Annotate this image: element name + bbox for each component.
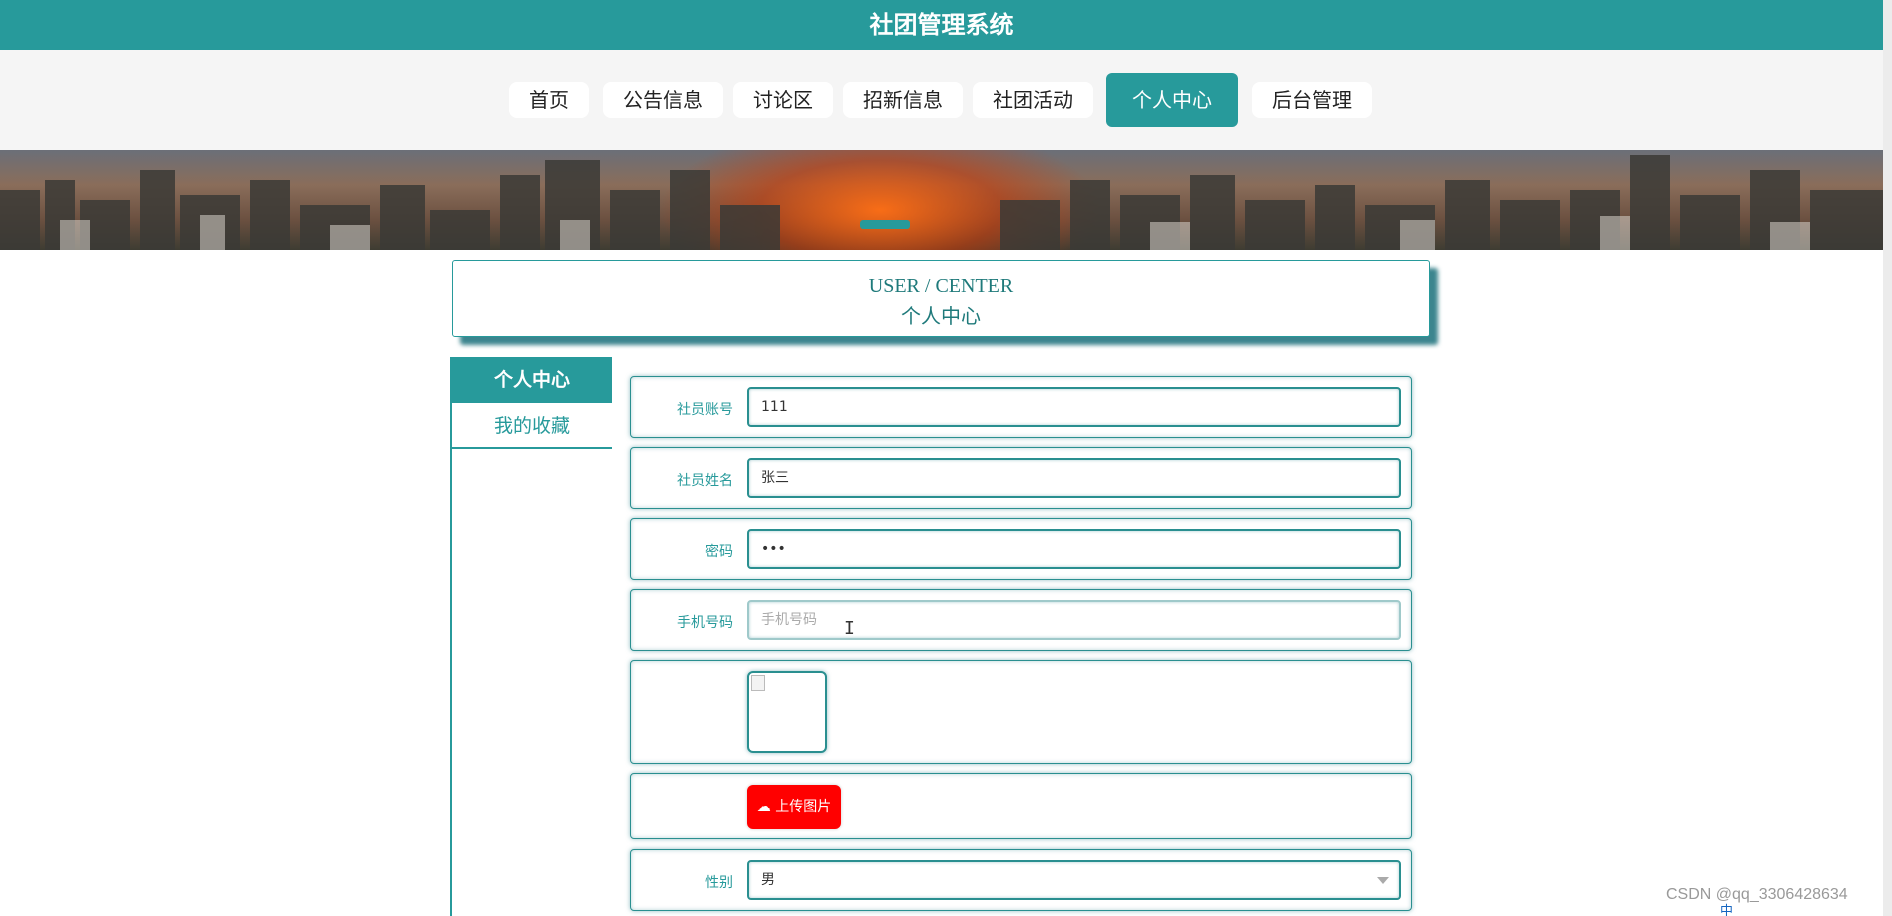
upload-image-button[interactable]: ☁ 上传图片 — [747, 785, 841, 829]
nav-recruitment[interactable]: 招新信息 — [843, 82, 963, 118]
account-field[interactable]: 111 — [747, 387, 1401, 427]
gender-select[interactable]: 男 — [747, 860, 1401, 900]
ime-indicator: 中 — [1720, 904, 1734, 916]
scrollbar[interactable] — [1883, 0, 1892, 916]
page: 社团管理系统 首页 公告信息 讨论区 招新信息 社团活动 个人中心 后台管理 U… — [0, 0, 1892, 916]
form-row-password: 密码 ••• — [630, 518, 1412, 580]
form-row-name: 社员姓名 张三 — [630, 447, 1412, 509]
nav-club-activities[interactable]: 社团活动 — [973, 82, 1093, 118]
phone-label: 手机号码 — [677, 615, 733, 631]
heading-cn: 个人中心 — [901, 306, 981, 328]
avatar-preview[interactable] — [747, 671, 827, 753]
upload-label: 上传图片 — [775, 799, 832, 815]
account-label: 社员账号 — [677, 402, 733, 418]
sidebar: 个人中心 我的收藏 — [450, 357, 612, 916]
nav-home[interactable]: 首页 — [509, 82, 589, 118]
main-nav: 首页 公告信息 讨论区 招新信息 社团活动 个人中心 后台管理 — [0, 50, 1883, 150]
banner-cityscape — [0, 150, 1883, 250]
form-row-upload: ☁ 上传图片 — [630, 773, 1412, 839]
app-title: 社团管理系统 — [0, 0, 1883, 50]
nav-forum[interactable]: 讨论区 — [733, 82, 833, 118]
section-heading: USER / CENTER 个人中心 — [452, 260, 1430, 337]
broken-image-icon — [751, 675, 765, 691]
cloud-upload-icon: ☁ — [756, 799, 771, 815]
watermark: CSDN @qq_3306428634 — [1666, 886, 1848, 903]
password-field[interactable]: ••• — [747, 529, 1401, 569]
name-field[interactable]: 张三 — [747, 458, 1401, 498]
name-label: 社员姓名 — [677, 473, 733, 489]
password-label: 密码 — [705, 544, 733, 560]
form-row-gender: 性别 男 — [630, 849, 1412, 911]
heading-en: USER / CENTER — [868, 275, 1014, 297]
gender-label: 性别 — [705, 875, 733, 891]
form-row-phone: 手机号码 — [630, 589, 1412, 651]
text-cursor-icon: I — [844, 618, 855, 639]
carousel-indicator[interactable] — [860, 220, 910, 229]
nav-admin[interactable]: 后台管理 — [1252, 82, 1372, 118]
form-row-account: 社员账号 111 — [630, 376, 1412, 438]
city-skyline — [0, 155, 1883, 250]
form-row-avatar — [630, 660, 1412, 764]
nav-announcements[interactable]: 公告信息 — [603, 82, 723, 118]
chevron-down-icon — [1377, 877, 1389, 884]
gender-value: 男 — [761, 872, 775, 888]
sidebar-item-favorites[interactable]: 我的收藏 — [452, 403, 612, 449]
nav-user-center[interactable]: 个人中心 — [1106, 73, 1238, 127]
sidebar-item-user-center[interactable]: 个人中心 — [452, 357, 612, 403]
